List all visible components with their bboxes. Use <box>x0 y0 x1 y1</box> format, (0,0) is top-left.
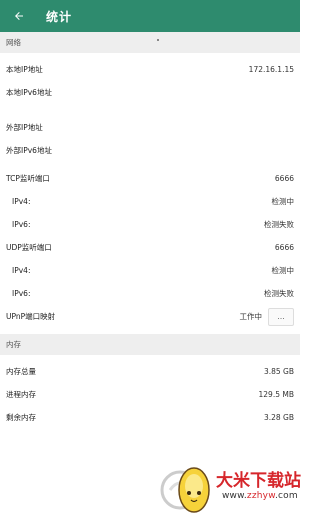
tcp-ipv6-status: 检测失败 <box>264 220 294 229</box>
tcp-ipv4-row: IPv4: 检测中 <box>0 190 300 213</box>
process-memory-value: 129.5 MB <box>258 390 294 399</box>
upnp-status: 工作中 <box>239 312 263 321</box>
tcp-ipv4-label: IPv4: <box>12 197 31 206</box>
network-header-label: 网络 <box>6 38 21 47</box>
memory-total-row: 内存总量 3.85 GB <box>0 360 300 383</box>
section-header-network: 网络 <box>0 32 300 53</box>
process-memory-label: 进程内存 <box>6 390 36 399</box>
tcp-ipv6-row: IPv6: 检测失败 <box>0 213 300 236</box>
udp-port-label: UDP监听端口 <box>6 243 52 252</box>
memory-total-label: 内存总量 <box>6 367 36 376</box>
memory-header-label: 内存 <box>6 340 21 349</box>
rice-mascot-logo <box>160 467 210 513</box>
free-memory-value: 3.28 GB <box>263 413 294 422</box>
external-ipv6-row: 外部IPv6地址 <box>0 139 300 162</box>
process-memory-row: 进程内存 129.5 MB <box>0 383 300 406</box>
udp-ipv6-status: 检测失败 <box>264 289 294 298</box>
watermark-name: 大米下载站 <box>216 471 301 491</box>
app-bar: 统计 <box>0 0 300 32</box>
page-title: 统计 <box>46 9 73 24</box>
upnp-label: UPnP端口映射 <box>6 312 56 321</box>
tcp-ipv6-label: IPv6: <box>12 220 31 229</box>
udp-ipv6-label: IPv6: <box>12 289 31 298</box>
section-header-memory: 内存 <box>0 334 300 355</box>
external-ip-row: 外部IP地址 <box>0 116 300 139</box>
upnp-row: UPnP端口映射 工作中 ... <box>0 305 300 328</box>
tcp-port-label: TCP监听端口 <box>6 174 50 183</box>
udp-port-row: UDP监听端口 6666 <box>0 236 300 259</box>
udp-port-value: 6666 <box>274 243 294 252</box>
memory-total-value: 3.85 GB <box>263 367 294 376</box>
divider-dot <box>157 39 159 41</box>
tcp-port-row: TCP监听端口 6666 <box>0 167 300 190</box>
free-memory-row: 剩余内存 3.28 GB <box>0 406 300 429</box>
arrow-left-icon <box>15 12 23 20</box>
local-ip-row: 本地IP地址 172.16.1.15 <box>0 58 300 81</box>
watermark: 大米下载站 www.zzhyw.com <box>130 458 301 518</box>
udp-ipv4-status: 检测中 <box>271 266 295 275</box>
back-button[interactable] <box>10 7 28 25</box>
local-ip-value: 172.16.1.15 <box>248 65 294 74</box>
local-ipv6-row: 本地IPv6地址 <box>0 81 300 104</box>
free-memory-label: 剩余内存 <box>6 413 36 422</box>
local-ip-label: 本地IP地址 <box>6 65 43 74</box>
tcp-port-value: 6666 <box>274 174 294 183</box>
watermark-url: www.zzhyw.com <box>222 491 298 501</box>
udp-ipv4-label: IPv4: <box>12 266 31 275</box>
tcp-ipv4-status: 检测中 <box>271 197 295 206</box>
udp-ipv4-row: IPv4: 检测中 <box>0 259 300 282</box>
external-ip-label: 外部IP地址 <box>6 123 43 132</box>
external-ipv6-label: 外部IPv6地址 <box>6 146 52 155</box>
local-ipv6-label: 本地IPv6地址 <box>6 88 52 97</box>
udp-ipv6-row: IPv6: 检测失败 <box>0 282 300 305</box>
upnp-more-button[interactable]: ... <box>268 307 294 326</box>
